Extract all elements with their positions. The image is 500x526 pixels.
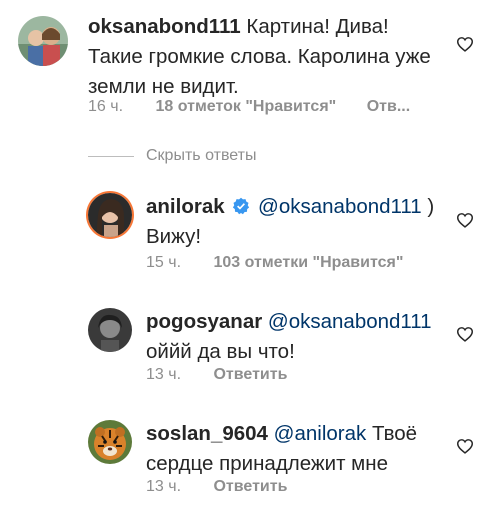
comment-username[interactable]: anilorak — [146, 195, 225, 218]
comment-username[interactable]: soslan_9604 — [146, 422, 268, 445]
verified-badge-icon — [232, 194, 250, 215]
comment-body: оййй да вы что! — [146, 340, 295, 363]
divider-line — [88, 155, 134, 157]
comment-time: 13 ч. — [146, 366, 182, 383]
avatar[interactable] — [88, 420, 132, 464]
reply-button[interactable]: Ответить — [213, 366, 287, 383]
heart-outline-icon[interactable] — [456, 36, 474, 52]
comment-text: pogosyanar @oksanabond111 оййй да вы что… — [146, 307, 446, 367]
likes-count[interactable]: 18 отметок "Нравится" — [155, 98, 336, 115]
comment-meta: 15 ч. 103 отметки "Нравится" — [146, 254, 403, 272]
hide-replies-label: Скрыть ответы — [146, 147, 257, 164]
comment-time: 13 ч. — [146, 478, 182, 495]
likes-count[interactable]: 103 отметки "Нравится" — [213, 254, 403, 271]
heart-outline-icon[interactable] — [456, 212, 474, 228]
comment-time: 16 ч. — [88, 98, 124, 115]
heart-outline-icon[interactable] — [456, 438, 474, 454]
comment-text: anilorak @oksanabond111 ) Вижу! — [146, 192, 446, 252]
hide-replies-button[interactable]: Скрыть ответы — [88, 146, 256, 166]
reply-button[interactable]: Ответить — [213, 478, 287, 495]
mention-link[interactable]: @oksanabond111 — [268, 310, 432, 333]
comment-time: 15 ч. — [146, 254, 182, 271]
avatar[interactable] — [88, 308, 132, 352]
comment-meta: 13 ч. Ответить — [146, 366, 287, 384]
comment-meta: 13 ч. Ответить — [146, 478, 287, 496]
reply-button[interactable]: Отв... — [367, 98, 410, 115]
comment-meta: 16 ч. 18 отметок "Нравится" Отв... — [88, 98, 410, 116]
heart-outline-icon[interactable] — [456, 326, 474, 342]
mention-link[interactable]: @oksanabond111 — [258, 195, 422, 218]
avatar[interactable] — [18, 16, 68, 66]
comment-username[interactable]: oksanabond111 — [88, 15, 241, 38]
comment-text: oksanabond111 Картина! Дива! Такие громк… — [88, 12, 438, 102]
avatar[interactable] — [88, 193, 132, 237]
mention-link[interactable]: @anilorak — [274, 422, 367, 445]
comment-username[interactable]: pogosyanar — [146, 310, 262, 333]
comment-text: soslan_9604 @anilorak Твоё сердце принад… — [146, 419, 446, 479]
